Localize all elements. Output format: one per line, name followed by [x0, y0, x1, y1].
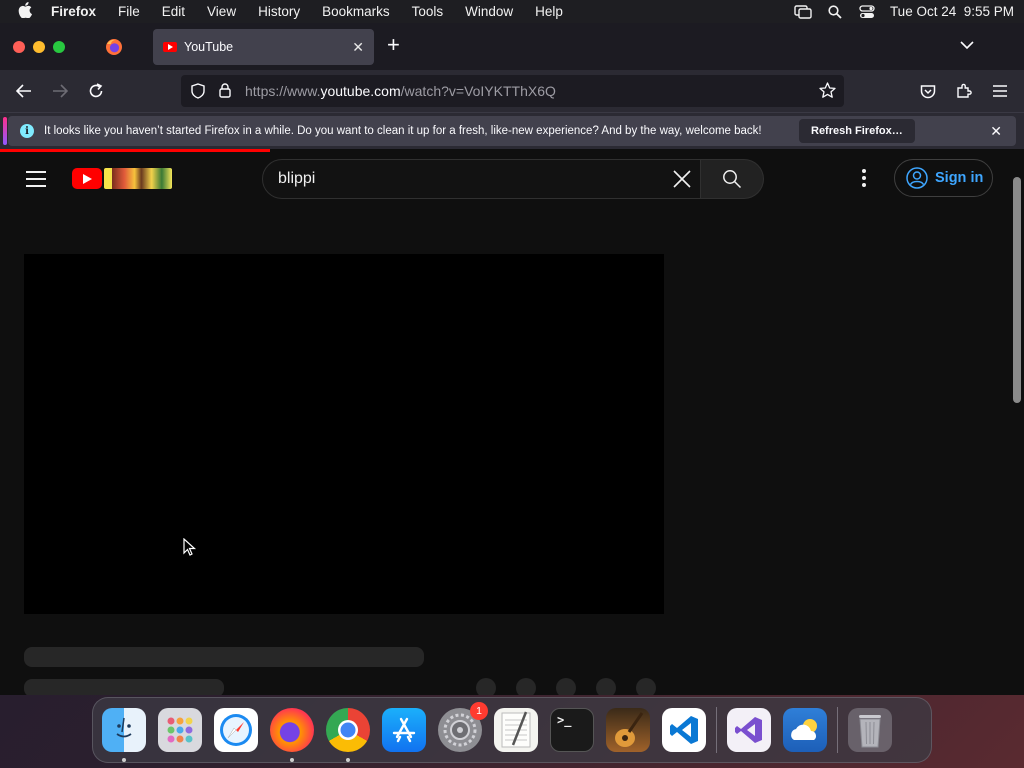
- firefox-window: YouTube ✕ + https://www.youtube.com/watc…: [0, 23, 1024, 695]
- terminal-icon[interactable]: >_: [550, 708, 594, 752]
- back-arrow-icon[interactable]: [14, 81, 34, 101]
- dock-separator: [716, 707, 717, 753]
- menu-history[interactable]: History: [247, 4, 311, 19]
- pinned-tab-firefox[interactable]: [93, 23, 135, 70]
- new-tab-button[interactable]: +: [387, 34, 400, 56]
- garageband-icon[interactable]: [606, 708, 650, 752]
- sign-in-label: Sign in: [935, 170, 984, 186]
- textedit-icon[interactable]: [494, 708, 538, 752]
- menu-tools[interactable]: Tools: [401, 4, 455, 19]
- refresh-firefox-button[interactable]: Refresh Firefox…: [799, 119, 915, 143]
- account-circle-icon: [906, 167, 928, 189]
- mouse-pointer-icon: [183, 537, 197, 556]
- macos-menu-bar: Firefox File Edit View History Bookmarks…: [0, 0, 1024, 23]
- clear-search-icon[interactable]: [672, 169, 692, 189]
- window-controls: [0, 40, 65, 53]
- screen-mirroring-icon[interactable]: [794, 4, 812, 19]
- youtube-logo-icon[interactable]: [72, 168, 102, 189]
- web-page: blippi Sign in: [0, 149, 1024, 695]
- settings-more-icon[interactable]: [862, 169, 870, 190]
- spotlight-search-icon[interactable]: [826, 4, 844, 19]
- notification-message: It looks like you haven’t started Firefo…: [44, 125, 762, 137]
- macos-dock: 1 >_: [92, 697, 932, 763]
- trash-icon[interactable]: [848, 708, 892, 752]
- notification-body: i It looks like you haven’t started Fire…: [8, 116, 1016, 146]
- notification-badge: 1: [470, 702, 488, 720]
- list-all-tabs-chevron-icon[interactable]: [960, 37, 974, 55]
- url-host: youtube.com: [320, 83, 401, 99]
- tab-title: YouTube: [184, 40, 234, 54]
- tab-strip: YouTube ✕ +: [0, 23, 1024, 70]
- app-menu-hamburger-icon[interactable]: [990, 81, 1010, 101]
- visual-studio-icon[interactable]: [727, 708, 771, 752]
- close-tab-icon[interactable]: ✕: [352, 39, 364, 56]
- url-text[interactable]: https://www.youtube.com/watch?v=VoIYKTTh…: [245, 83, 556, 99]
- address-bar[interactable]: https://www.youtube.com/watch?v=VoIYKTTh…: [181, 75, 844, 107]
- action-button-placeholder: [596, 678, 616, 695]
- tab-youtube[interactable]: YouTube ✕: [153, 29, 374, 65]
- finder-icon[interactable]: [102, 708, 146, 762]
- close-window-button[interactable]: [13, 40, 25, 53]
- search-input[interactable]: blippi: [262, 159, 701, 199]
- info-icon: i: [20, 124, 34, 138]
- weather-icon[interactable]: [783, 708, 827, 752]
- close-notification-icon[interactable]: ✕: [990, 123, 1002, 140]
- apple-menu-icon[interactable]: [10, 1, 40, 22]
- tracking-protection-shield-icon[interactable]: [191, 83, 205, 104]
- pocket-icon[interactable]: [918, 81, 938, 101]
- sign-in-button[interactable]: Sign in: [894, 159, 993, 197]
- vscode-icon[interactable]: [662, 708, 706, 752]
- video-player[interactable]: [24, 254, 664, 614]
- extensions-puzzle-icon[interactable]: [954, 81, 974, 101]
- menu-window[interactable]: Window: [454, 4, 524, 19]
- menu-edit[interactable]: Edit: [151, 4, 196, 19]
- bookmark-star-icon[interactable]: [819, 82, 836, 104]
- search-query-text: blippi: [278, 170, 316, 187]
- menu-bar-clock[interactable]: Tue Oct 24 9:55 PM: [890, 4, 1014, 19]
- forward-arrow-icon[interactable]: [50, 81, 70, 101]
- youtube-doodle-logo[interactable]: [104, 168, 172, 189]
- running-indicator: [346, 758, 350, 762]
- menu-file[interactable]: File: [107, 4, 151, 19]
- menu-bookmarks[interactable]: Bookmarks: [311, 4, 401, 19]
- guide-menu-icon[interactable]: [26, 171, 46, 192]
- firefox-logo-icon: [106, 38, 122, 55]
- action-button-placeholder: [636, 678, 656, 695]
- safari-icon[interactable]: [214, 708, 258, 752]
- lock-icon[interactable]: [219, 83, 231, 103]
- system-settings-icon[interactable]: 1: [438, 702, 488, 752]
- zoom-window-button[interactable]: [53, 40, 65, 53]
- reload-icon[interactable]: [86, 81, 106, 101]
- url-path: /watch?v=VoIYKTThX6Q: [400, 83, 556, 99]
- chrome-icon[interactable]: [326, 708, 370, 762]
- menu-help[interactable]: Help: [524, 4, 574, 19]
- running-indicator: [122, 758, 126, 762]
- youtube-masthead: blippi Sign in: [0, 152, 1010, 208]
- firefox-dock-icon[interactable]: [270, 708, 314, 762]
- refresh-firefox-notification: i It looks like you haven’t started Fire…: [0, 112, 1024, 149]
- navigation-toolbar: https://www.youtube.com/watch?v=VoIYKTTh…: [0, 70, 1024, 112]
- url-prefix: https://www.: [245, 83, 321, 99]
- search-icon: [723, 170, 742, 189]
- minimize-window-button[interactable]: [33, 40, 45, 53]
- video-title-placeholder: [24, 647, 424, 667]
- action-button-placeholder: [476, 678, 496, 695]
- action-button-placeholder: [556, 678, 576, 695]
- control-center-icon[interactable]: [858, 4, 876, 19]
- vertical-scrollbar[interactable]: [1013, 177, 1021, 403]
- launchpad-icon[interactable]: [158, 708, 202, 752]
- action-button-placeholder: [516, 678, 536, 695]
- app-store-icon[interactable]: [382, 708, 426, 752]
- channel-info-placeholder: [24, 679, 224, 695]
- menu-view[interactable]: View: [196, 4, 247, 19]
- youtube-favicon-icon: [163, 42, 177, 52]
- terminal-prompt-glyph: >_: [557, 713, 572, 727]
- dock-separator: [837, 707, 838, 753]
- search-button[interactable]: [701, 159, 764, 199]
- menu-firefox[interactable]: Firefox: [40, 4, 107, 19]
- running-indicator: [290, 758, 294, 762]
